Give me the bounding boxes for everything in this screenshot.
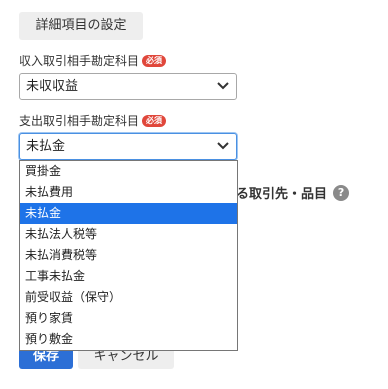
detail-settings-button[interactable]: 詳細項目の設定 [19, 12, 143, 40]
required-badge: 必須 [142, 114, 167, 127]
dropdown-option[interactable]: 預り敷金 [20, 329, 237, 350]
chevron-down-icon [217, 142, 229, 150]
help-icon[interactable]: ? [333, 184, 350, 201]
dropdown-option[interactable]: 工事未払金 [20, 266, 237, 287]
dropdown-option[interactable]: 前受収益（保守） [20, 287, 237, 308]
settings-page: 詳細項目の設定 収入取引相手勘定科目 必須 未収収益 支出取引相手勘定科目 必須… [0, 0, 388, 389]
dropdown-option[interactable]: 買掛金 [20, 161, 237, 182]
partner-item-heading-text: る取引先・品目 [236, 187, 328, 202]
dropdown-option[interactable]: 未払費用 [20, 182, 237, 203]
dropdown-option[interactable]: 預り家賃 [20, 308, 237, 329]
expense-account-value: 未払金 [26, 139, 66, 154]
chevron-down-icon [217, 82, 229, 90]
dropdown-option[interactable]: 未払金 [20, 203, 237, 224]
income-account-value: 未収収益 [26, 79, 79, 94]
dropdown-option[interactable]: 未払法人税等 [20, 224, 237, 245]
expense-account-label: 支出取引相手勘定科目 必須 [19, 112, 167, 129]
income-account-select[interactable]: 未収収益 [19, 73, 237, 100]
expense-account-label-text: 支出取引相手勘定科目 [19, 114, 140, 128]
income-account-label: 収入取引相手勘定科目 必須 [19, 52, 167, 69]
partner-item-heading: る取引先・品目 ? [236, 183, 350, 202]
income-account-label-text: 収入取引相手勘定科目 [19, 54, 140, 68]
dropdown-option[interactable]: 未払消費税等 [20, 245, 237, 266]
expense-account-select[interactable]: 未払金 [19, 133, 237, 160]
expense-account-dropdown-list[interactable]: 買掛金 未払費用 未払金 未払法人税等 未払消費税等 工事未払金 前受収益（保守） 預り家賃預… [19, 160, 238, 351]
required-badge: 必須 [142, 54, 167, 67]
